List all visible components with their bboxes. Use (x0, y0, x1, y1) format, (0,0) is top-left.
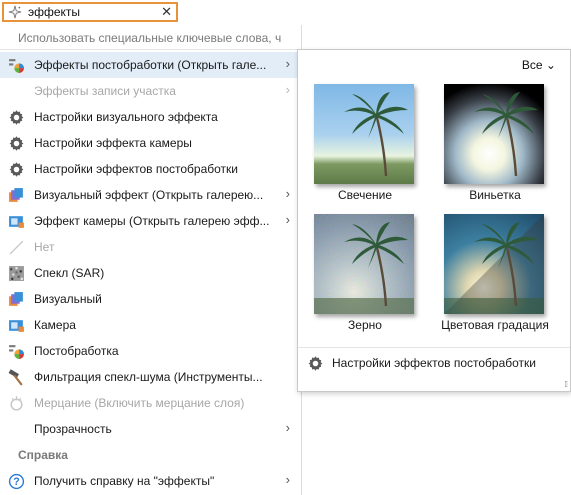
menu-item-none: Нет (0, 234, 300, 260)
search-box[interactable]: ✕ (2, 2, 178, 22)
chevron-right-icon: › (285, 472, 290, 487)
gallery-tile-grain[interactable]: Зерно (306, 206, 416, 334)
menu-item-label: Мерцание (Включить мерцание слоя) (34, 396, 245, 410)
hammer-icon (8, 369, 23, 386)
menu-item-visual-effect-settings[interactable]: Настройки визуального эффекта (0, 104, 300, 130)
resize-grip-icon[interactable]: ⁞⁞ (565, 380, 569, 389)
tile-caption: Цветовая градация (441, 318, 549, 332)
help-icon: ? (8, 473, 25, 490)
settings-label: Настройки эффектов постобработки (332, 356, 537, 370)
menu-item-visual[interactable]: Визуальный (0, 286, 300, 312)
vignette-thumbnail (444, 84, 544, 184)
menu-item-visual-effect-gallery[interactable]: Визуальный эффект (Открыть галерею... › (0, 182, 300, 208)
menu-item-postprocess-settings[interactable]: Настройки эффектов постобработки (0, 156, 300, 182)
postprocess-gallery-panel: Все ⌄ Свечение Виньетка Зерно Цветовая г… (297, 49, 571, 392)
menu-item-label: Прозрачность (34, 422, 112, 436)
chevron-right-icon: › (285, 82, 290, 97)
menu-item-label: Эффект камеры (Открыть галерею эфф... (34, 214, 270, 228)
tile-caption: Свечение (337, 188, 393, 202)
tile-caption: Виньетка (469, 188, 521, 202)
camera-effect-icon (8, 317, 25, 334)
menu-item-postprocess[interactable]: Постобработка (0, 338, 300, 364)
svg-text:?: ? (13, 476, 19, 488)
menu-item-camera-effect-settings[interactable]: Настройки эффекта камеры (0, 130, 300, 156)
color-grading-thumbnail (444, 214, 544, 314)
menu-item-camera-effect-gallery[interactable]: Эффект камеры (Открыть галерею эфф... › (0, 208, 300, 234)
speckle-icon (9, 266, 24, 281)
menu-item-label: Визуальный (34, 292, 102, 306)
divider (0, 49, 301, 50)
menu-item-flicker: Мерцание (Включить мерцание слоя) (0, 390, 300, 416)
gallery-tile-color-grading[interactable]: Цветовая градация (436, 206, 549, 334)
sparkle-icon (8, 5, 22, 19)
menu-item-label: Камера (34, 318, 76, 332)
tile-caption: Зерно (348, 318, 382, 332)
visual-effect-icon (8, 291, 25, 308)
menu-item-label: Получить справку на "эффекты" (34, 474, 215, 488)
menu-item-speckle[interactable]: Спекл (SAR) (0, 260, 300, 286)
menu-item-label: Спекл (SAR) (34, 266, 105, 280)
search-results-menu: Использовать специальные ключевые слова,… (0, 25, 302, 495)
menu-item-label: Фильтрация спекл-шума (Инструменты... (34, 370, 263, 384)
menu-item-camera[interactable]: Камера (0, 312, 300, 338)
glow-thumbnail (314, 84, 414, 184)
flicker-icon (10, 396, 23, 411)
divider (298, 347, 570, 348)
postprocess-effects-icon (8, 57, 25, 74)
menu-item-transparency[interactable]: Прозрачность › (0, 416, 300, 442)
menu-item-recording-effects: Эффекты записи участка › (0, 78, 300, 104)
menu-item-label: Настройки визуального эффекта (34, 110, 218, 124)
clear-search-icon[interactable]: ✕ (161, 4, 172, 20)
menu-item-label: Постобработка (34, 344, 119, 358)
visual-effect-icon (8, 187, 25, 204)
search-input[interactable] (28, 5, 160, 19)
gallery-postprocess-settings[interactable]: Настройки эффектов постобработки (298, 350, 570, 376)
keywords-hint: Использовать специальные ключевые слова,… (18, 31, 282, 45)
filter-dropdown[interactable]: Все ⌄ (522, 58, 556, 72)
menu-item-postprocess-gallery[interactable]: Эффекты постобработки (Открыть гале... › (0, 52, 300, 78)
chevron-right-icon: › (285, 420, 290, 435)
gear-icon (307, 355, 324, 372)
chevron-right-icon: › (285, 212, 290, 227)
gear-icon (8, 161, 25, 178)
menu-item-label: Визуальный эффект (Открыть галерею... (34, 188, 264, 202)
menu-item-label: Настройки эффектов постобработки (34, 162, 239, 176)
gear-icon (8, 135, 25, 152)
menu-item-label: Нет (34, 240, 55, 254)
gear-icon (8, 109, 25, 126)
postprocess-effects-icon (8, 343, 25, 360)
help-section-heading: Справка (18, 448, 68, 462)
menu-item-label: Настройки эффекта камеры (34, 136, 192, 150)
none-slash-icon (9, 240, 24, 255)
camera-effect-icon (8, 213, 25, 230)
menu-item-speckle-filter[interactable]: Фильтрация спекл-шума (Инструменты... (0, 364, 300, 390)
menu-item-get-help[interactable]: ? Получить справку на "эффекты" › (0, 468, 300, 494)
menu-item-label: Эффекты записи участка (34, 84, 176, 98)
gallery-tile-glow[interactable]: Свечение (306, 76, 416, 204)
chevron-right-icon: › (285, 186, 290, 201)
menu-item-label: Эффекты постобработки (Открыть гале... (34, 58, 267, 72)
grain-thumbnail (314, 214, 414, 314)
gallery-tile-vignette[interactable]: Виньетка (436, 76, 546, 204)
chevron-right-icon: › (285, 56, 290, 71)
